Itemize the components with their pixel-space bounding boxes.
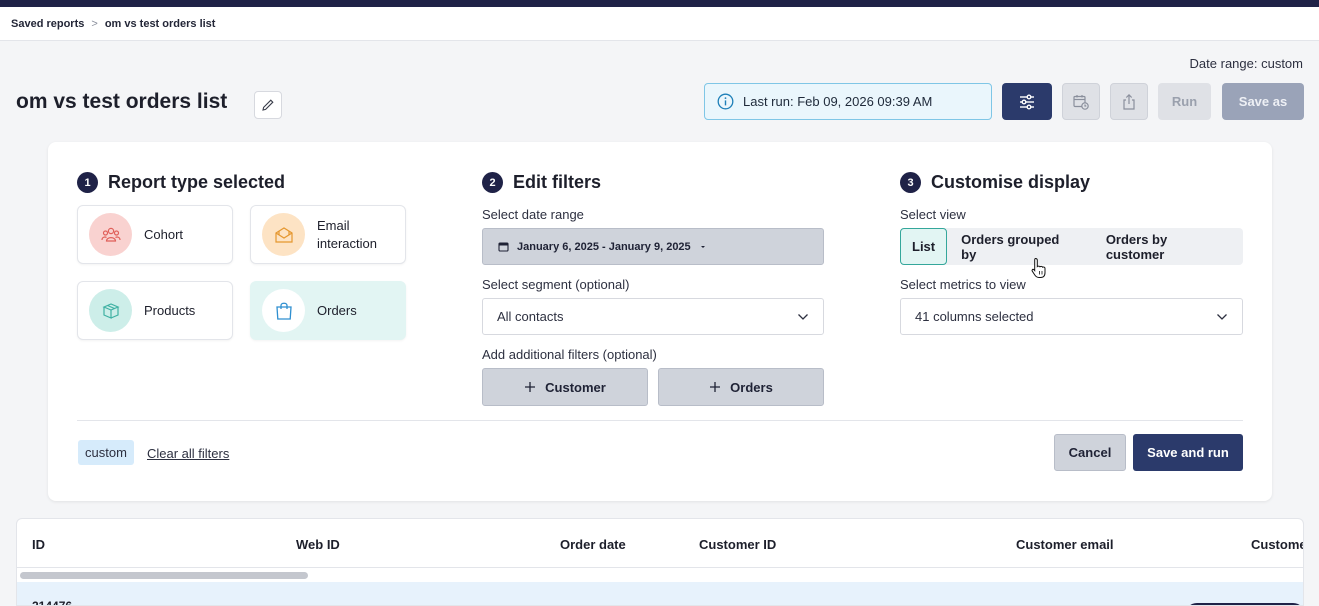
segment-value: All contacts bbox=[497, 309, 564, 324]
save-and-run-button[interactable]: Save and run bbox=[1133, 434, 1243, 471]
view-option-orders-by-customer[interactable]: Orders by customer bbox=[1092, 228, 1243, 265]
caret-down-icon bbox=[700, 245, 705, 248]
hand-pointer-icon bbox=[1031, 257, 1046, 278]
report-type-email-interaction[interactable]: Email interaction bbox=[250, 205, 406, 264]
step-report-type-heading: 1 Report type selected bbox=[77, 172, 285, 193]
date-range-picker[interactable]: January 6, 2025 - January 9, 2025 bbox=[482, 228, 824, 265]
report-type-label: Cohort bbox=[144, 227, 184, 242]
save-as-button[interactable]: Save as bbox=[1222, 83, 1304, 120]
breadcrumb-separator: > bbox=[91, 17, 98, 30]
report-config-card: 1 Report type selected Cohort Email inte… bbox=[48, 142, 1272, 501]
table-cell-id: 214476 bbox=[32, 599, 73, 606]
breadcrumb-current: om vs test orders list bbox=[104, 17, 216, 30]
view-option-list[interactable]: List bbox=[900, 228, 948, 265]
plus-icon bbox=[525, 382, 536, 392]
report-type-products[interactable]: Products bbox=[77, 281, 233, 340]
metrics-select[interactable]: 41 columns selected bbox=[900, 298, 1243, 335]
table-row[interactable] bbox=[17, 582, 1303, 605]
column-header-order-date[interactable]: Order date bbox=[560, 537, 626, 552]
people-icon bbox=[89, 213, 132, 256]
additional-filters-label: Add additional filters (optional) bbox=[482, 347, 657, 362]
column-header-customer-name[interactable]: Custome bbox=[1251, 537, 1303, 552]
segment-select[interactable]: All contacts bbox=[482, 298, 824, 335]
sliders-icon bbox=[1020, 94, 1034, 109]
breadcrumb: Saved reports > om vs test orders list bbox=[0, 7, 1319, 41]
envelope-icon bbox=[262, 213, 305, 256]
step-number: 1 bbox=[77, 172, 98, 193]
plus-icon bbox=[710, 382, 721, 392]
date-range-field-label: Select date range bbox=[482, 207, 584, 222]
scrollbar-thumb[interactable] bbox=[20, 572, 308, 579]
step-title: Edit filters bbox=[513, 172, 602, 192]
orders-table: ID Web ID Order date Customer ID Custome… bbox=[16, 518, 1304, 606]
cancel-button[interactable]: Cancel bbox=[1054, 434, 1126, 471]
column-header-customer-id[interactable]: Customer ID bbox=[699, 537, 776, 552]
add-filter-label: Orders bbox=[730, 379, 773, 395]
last-run-banner: Last run: Feb 09, 2026 09:39 AM bbox=[704, 83, 992, 120]
edit-title-button[interactable] bbox=[254, 91, 282, 119]
shopping-bag-icon bbox=[262, 289, 305, 332]
add-customer-filter-button[interactable]: Customer bbox=[482, 368, 648, 406]
active-filter-chip[interactable]: custom bbox=[78, 440, 134, 465]
share-button[interactable] bbox=[1110, 83, 1148, 120]
step-number: 3 bbox=[900, 172, 921, 193]
column-header-customer-email[interactable]: Customer email bbox=[1016, 537, 1114, 552]
calendar-icon bbox=[498, 242, 509, 252]
card-divider bbox=[77, 420, 1243, 421]
metrics-value: 41 columns selected bbox=[915, 309, 1034, 324]
step-number: 2 bbox=[482, 172, 503, 193]
filter-settings-button[interactable] bbox=[1002, 83, 1052, 120]
pencil-icon bbox=[262, 99, 274, 111]
date-range-value: January 6, 2025 - January 9, 2025 bbox=[517, 240, 691, 253]
share-icon bbox=[1123, 93, 1135, 110]
view-segmented-control: List Orders grouped by Orders by custome… bbox=[900, 228, 1243, 265]
step-title: Report type selected bbox=[108, 172, 286, 192]
column-header-id[interactable]: ID bbox=[32, 537, 45, 552]
add-filter-label: Customer bbox=[545, 379, 606, 395]
step-title: Customise display bbox=[931, 172, 1091, 192]
schedule-button[interactable] bbox=[1062, 83, 1100, 120]
segment-field-label: Select segment (optional) bbox=[482, 277, 630, 292]
last-run-text: Last run: Feb 09, 2026 09:39 AM bbox=[743, 94, 933, 109]
info-icon bbox=[717, 93, 734, 110]
breadcrumb-link-saved-reports[interactable]: Saved reports bbox=[11, 18, 84, 30]
view-field-label: Select view bbox=[900, 207, 966, 222]
column-header-web-id[interactable]: Web ID bbox=[296, 537, 340, 552]
clear-all-filters-link[interactable]: Clear all filters bbox=[147, 446, 229, 461]
date-range-label: Date range: custom bbox=[1189, 56, 1303, 71]
step-customise-display-heading: 3 Customise display bbox=[900, 172, 1090, 193]
report-type-label: Email interaction bbox=[317, 217, 377, 251]
header-divider bbox=[17, 567, 1303, 568]
report-type-label: Products bbox=[144, 303, 196, 318]
top-accent-bar bbox=[0, 0, 1319, 7]
report-type-orders[interactable]: Orders bbox=[250, 281, 406, 340]
report-type-cohort[interactable]: Cohort bbox=[77, 205, 233, 264]
box-icon bbox=[89, 289, 132, 332]
step-edit-filters-heading: 2 Edit filters bbox=[482, 172, 601, 193]
report-type-label: Orders bbox=[317, 303, 357, 318]
chevron-down-icon bbox=[798, 313, 808, 320]
run-button[interactable]: Run bbox=[1158, 83, 1211, 120]
metrics-field-label: Select metrics to view bbox=[900, 277, 1026, 292]
calendar-clock-icon bbox=[1073, 94, 1089, 110]
add-orders-filter-button[interactable]: Orders bbox=[658, 368, 824, 406]
chevron-down-icon bbox=[1217, 313, 1227, 320]
view-option-orders-grouped-by[interactable]: Orders grouped by bbox=[947, 228, 1092, 265]
page-title: om vs test orders list bbox=[16, 90, 228, 113]
